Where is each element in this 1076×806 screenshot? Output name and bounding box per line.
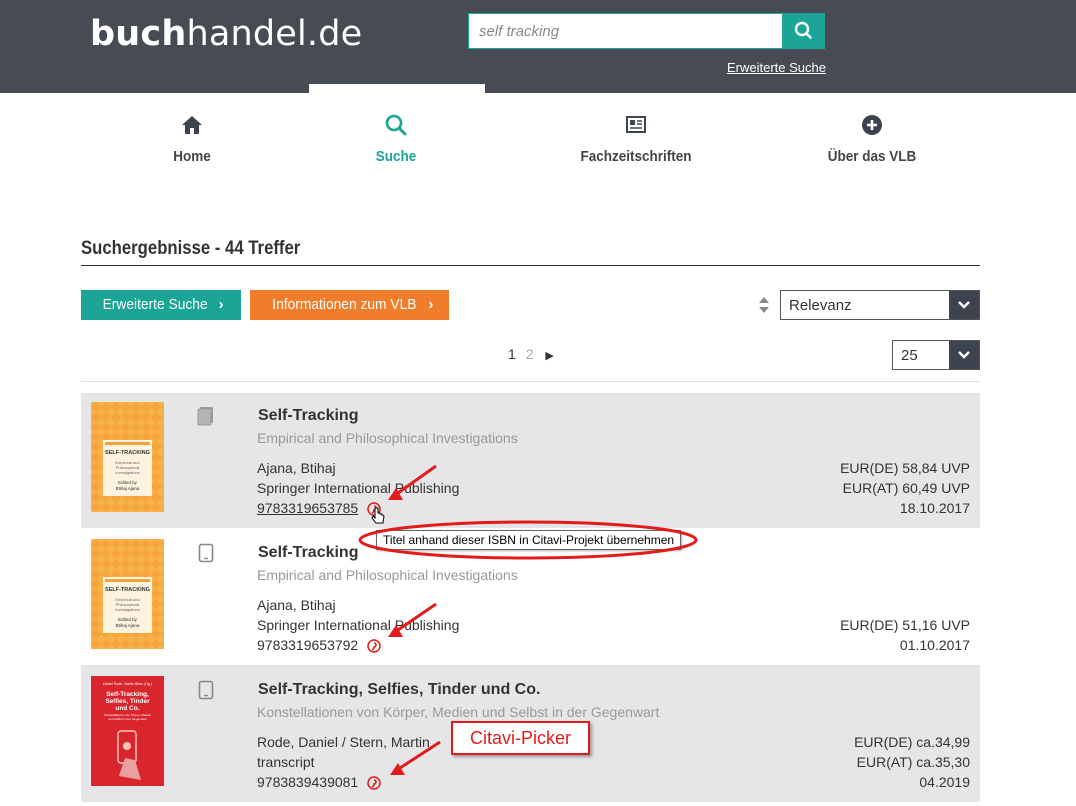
svg-text:Investigations: Investigations	[115, 607, 139, 612]
result-author: Rode, Daniel / Stern, Martin	[257, 734, 430, 750]
divider	[81, 265, 980, 266]
site-logo[interactable]: buchhandel.de	[90, 14, 362, 54]
svg-text:Selfies, Tinder: Selfies, Tinder	[105, 698, 150, 705]
plus-circle-icon	[862, 115, 882, 135]
publication-date: 01.10.2017	[899, 637, 970, 653]
result-isbn[interactable]: 9783839439081	[257, 774, 358, 790]
result-author: Ajana, Btihaj	[257, 460, 336, 476]
result-isbn[interactable]: 9783319653792	[257, 637, 358, 653]
next-page-icon[interactable]: ▶	[545, 350, 553, 362]
annotation-label: Citavi-Picker	[451, 721, 590, 755]
result-publisher: Springer International Publishing	[257, 617, 460, 633]
nav-journals-label: Fachzeitschriften	[580, 148, 692, 165]
search-icon	[794, 21, 812, 39]
book-cover[interactable]: SELF-TRACKING Empirical and Philosophica…	[91, 402, 164, 512]
search-button[interactable]	[783, 13, 825, 49]
vlb-info-button[interactable]: Informationen zum VLB ›	[250, 290, 449, 320]
svg-text:Btihaj Ajana: Btihaj Ajana	[116, 486, 140, 491]
per-page-select[interactable]: 25	[892, 340, 980, 370]
ebook-icon	[198, 680, 214, 700]
publication-date: 04.2019	[919, 774, 970, 790]
price-at: EUR(AT) 60,49 UVP	[842, 480, 970, 496]
chevron-down-icon	[949, 291, 979, 319]
nav-journals[interactable]: Fachzeitschriften	[536, 112, 736, 165]
result-publisher: Springer International Publishing	[257, 480, 460, 496]
search-input[interactable]	[468, 13, 783, 49]
vlb-info-button-label: Informationen zum VLB	[271, 296, 417, 313]
result-subtitle: Konstellationen von Körper, Medien und S…	[257, 704, 660, 720]
advanced-search-link[interactable]: Erweiterte Suche	[727, 60, 826, 75]
result-subtitle: Empirical and Philosophical Investigatio…	[257, 567, 518, 583]
citavi-tooltip: Titel anhand dieser ISBN in Citavi-Proje…	[376, 530, 682, 550]
svg-text:und Co.: und Co.	[115, 705, 139, 712]
result-author: Ajana, Btihaj	[257, 597, 336, 613]
chevron-right-icon: ›	[218, 296, 224, 313]
nav-home-label: Home	[173, 148, 211, 165]
nav-home[interactable]: Home	[92, 112, 292, 165]
svg-text:und Selbst in der Gegenwart: und Selbst in der Gegenwart	[108, 717, 146, 721]
result-title[interactable]: Self-Tracking, Selfies, Tinder und Co.	[258, 681, 540, 699]
publication-date: 18.10.2017	[899, 500, 970, 516]
svg-text:Edited by: Edited by	[118, 617, 138, 622]
result-subtitle: Empirical and Philosophical Investigatio…	[257, 430, 518, 446]
price-at: EUR(AT) ca.35,30	[856, 754, 970, 770]
page-1-link[interactable]: 1	[508, 346, 516, 362]
logo-rest-part: handel.de	[186, 14, 363, 54]
advanced-search-button[interactable]: Erweiterte Suche ›	[81, 290, 241, 320]
price-de: EUR(DE) ca.34,99	[854, 734, 970, 750]
book-icon	[197, 407, 213, 426]
home-icon	[182, 116, 202, 134]
book-cover[interactable]: Daniel Rode, Martin Stern (Hg.) Self-Tra…	[91, 676, 164, 786]
chevron-right-icon: ›	[428, 296, 434, 313]
sort-direction-icon[interactable]	[757, 296, 771, 314]
book-cover[interactable]: SELF-TRACKING Empirical and Philosophica…	[91, 539, 164, 649]
result-publisher: transcript	[257, 754, 315, 770]
page-2-link[interactable]: 2	[526, 346, 534, 362]
cover-title-text: SELF-TRACKING	[105, 450, 150, 456]
result-title[interactable]: Self-Tracking	[258, 407, 358, 425]
cover-title-text: Self-Tracking,	[106, 691, 149, 698]
logo-bold-part: buch	[90, 14, 187, 54]
svg-text:Edited by: Edited by	[118, 480, 138, 485]
divider	[81, 381, 980, 382]
svg-text:Btihaj Ajana: Btihaj Ajana	[116, 623, 140, 628]
nav-search-label: Suche	[375, 148, 417, 165]
nav-about-vlb-label: Über das VLB	[827, 148, 917, 165]
cover-title-text: SELF-TRACKING	[105, 587, 150, 593]
newspaper-icon	[626, 116, 646, 133]
citavi-picker-icon[interactable]	[367, 639, 381, 653]
citavi-picker-icon[interactable]	[367, 776, 381, 790]
sort-select-value: Relevanz	[789, 297, 852, 314]
nav-about-vlb[interactable]: Über das VLB	[772, 112, 972, 165]
nav-search[interactable]: Suche	[296, 112, 496, 165]
chevron-down-icon	[949, 341, 979, 369]
advanced-search-button-label: Erweiterte Suche	[102, 296, 209, 313]
per-page-select-value: 25	[901, 347, 918, 364]
search-icon	[385, 114, 407, 136]
price-de: EUR(DE) 58,84 UVP	[840, 460, 970, 476]
result-title[interactable]: Self-Tracking	[258, 544, 358, 562]
sort-select[interactable]: Relevanz	[780, 290, 980, 320]
results-title: Suchergebnisse - 44 Treffer	[81, 238, 301, 259]
svg-text:Daniel Rode, Martin Stern (Hg.: Daniel Rode, Martin Stern (Hg.)	[103, 682, 152, 686]
ebook-icon	[198, 543, 214, 563]
active-tab-indicator	[309, 84, 485, 93]
pagination: 1 2 ▶	[508, 346, 554, 362]
citavi-picker-icon[interactable]	[367, 502, 381, 516]
svg-text:Investigations: Investigations	[115, 470, 139, 475]
result-isbn-link[interactable]: 9783319653785	[257, 500, 358, 516]
price-de: EUR(DE) 51,16 UVP	[840, 617, 970, 633]
